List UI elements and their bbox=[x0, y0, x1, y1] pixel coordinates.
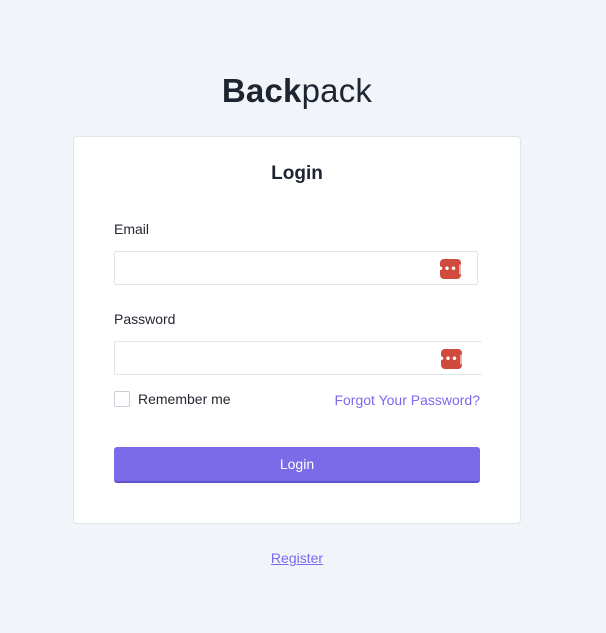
remember-label: Remember me bbox=[138, 391, 231, 407]
login-card: Login Email •••| Password •••| Remember … bbox=[73, 136, 521, 524]
password-label: Password bbox=[114, 311, 176, 327]
register-link[interactable]: Register bbox=[0, 550, 594, 566]
logo-bold: Back bbox=[221, 72, 302, 109]
password-manager-icon[interactable]: •••| bbox=[437, 259, 463, 279]
forgot-password-link[interactable]: Forgot Your Password? bbox=[334, 392, 480, 408]
password-manager-icon[interactable]: •••| bbox=[438, 349, 464, 369]
password-field-wrapper: •••| bbox=[114, 341, 482, 375]
remember-checkbox[interactable] bbox=[114, 391, 130, 407]
login-button[interactable]: Login bbox=[114, 447, 480, 483]
email-field-wrapper: •••| bbox=[114, 251, 478, 285]
email-field[interactable] bbox=[115, 252, 455, 284]
email-label: Email bbox=[114, 221, 150, 237]
password-field[interactable] bbox=[115, 342, 455, 374]
app-logo: Backpack bbox=[0, 72, 594, 110]
card-title: Login bbox=[271, 163, 323, 184]
logo-regular: pack bbox=[301, 72, 373, 109]
remember-me[interactable]: Remember me bbox=[114, 391, 231, 407]
